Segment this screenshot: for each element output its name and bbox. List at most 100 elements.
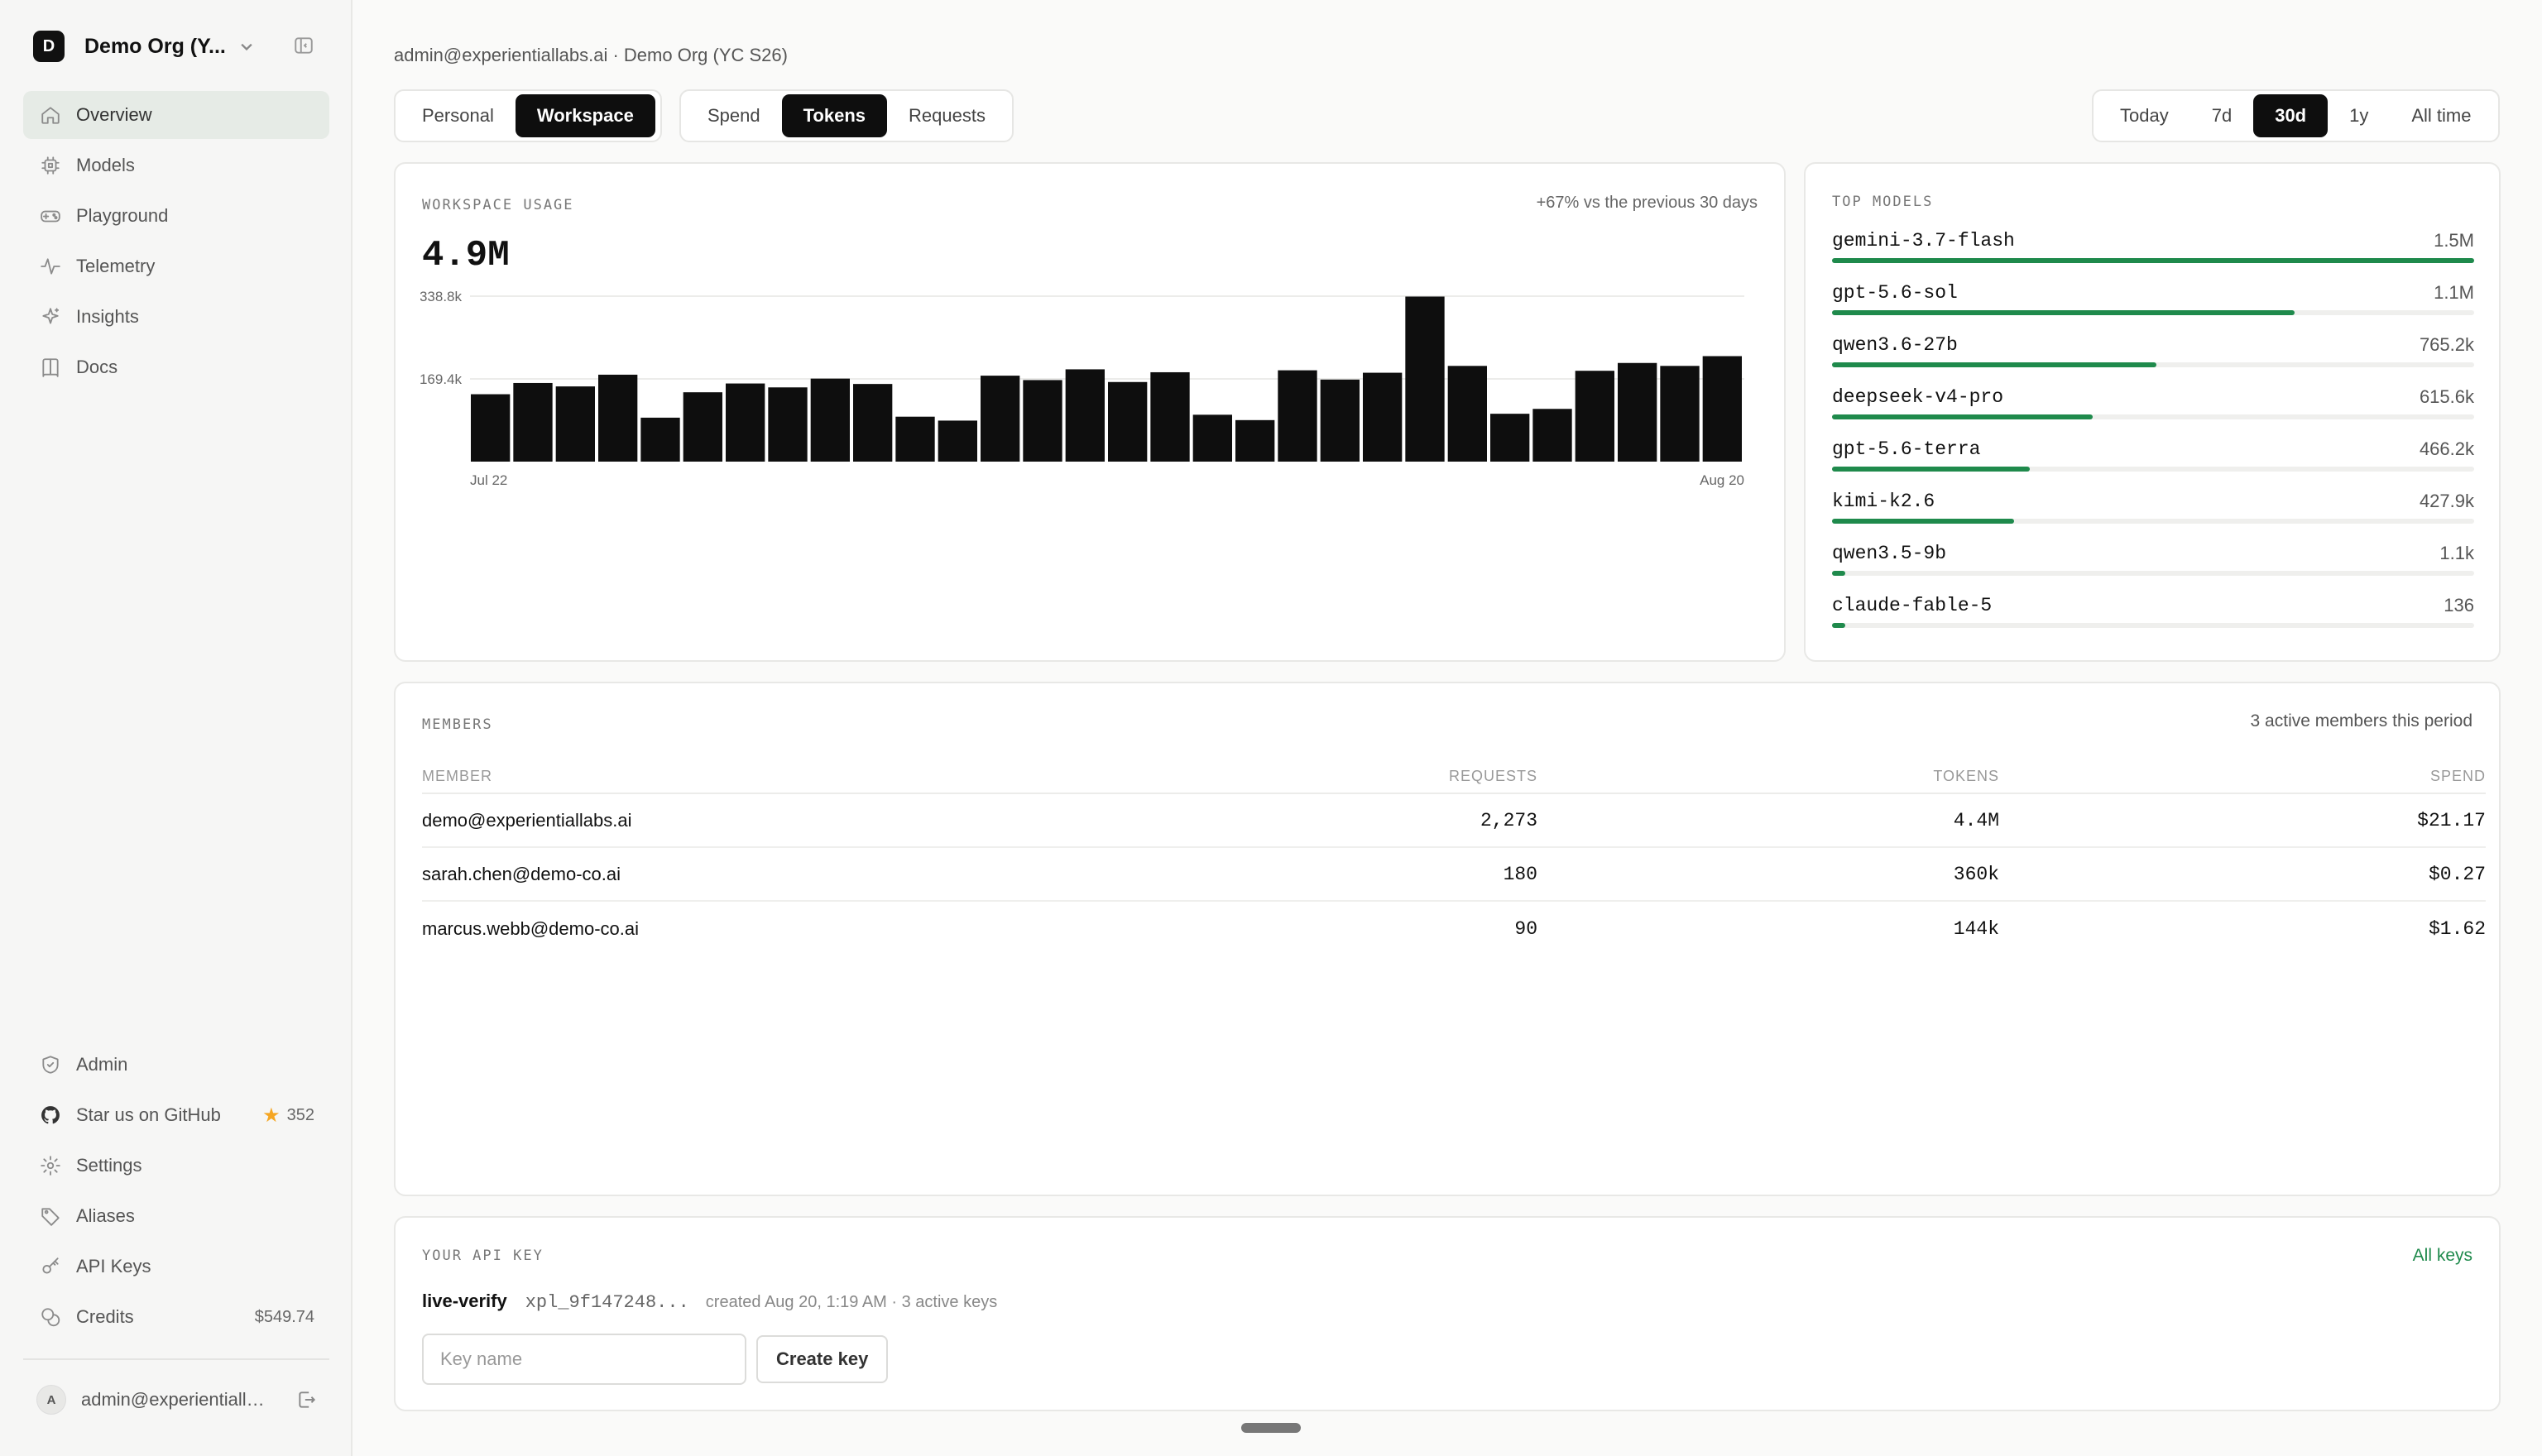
workspace-usage-card: WORKSPACE USAGE +67% vs the previous 30 …: [394, 162, 1786, 662]
top-model-row[interactable]: gemini-3.7-flash 1.5M: [1832, 230, 2474, 281]
sidebar-item-admin[interactable]: Admin: [23, 1041, 329, 1089]
sidebar-item-settings[interactable]: Settings: [23, 1142, 329, 1190]
model-name: gemini-3.7-flash: [1832, 230, 2015, 251]
member-email: sarah.chen@demo-co.ai: [422, 863, 621, 884]
all-keys-link[interactable]: All keys: [2413, 1246, 2472, 1266]
usage-bar[interactable]: [768, 387, 808, 462]
pulse-icon: [40, 256, 61, 277]
range-all-time[interactable]: All time: [2390, 94, 2492, 137]
range-today[interactable]: Today: [2098, 94, 2190, 137]
usage-bar[interactable]: [683, 392, 722, 462]
org-logo: D: [33, 31, 65, 62]
top-model-row[interactable]: qwen3.5-9b 1.1k: [1832, 543, 2474, 594]
tab-spend[interactable]: Spend: [686, 94, 782, 137]
top-model-row[interactable]: kimi-k2.6 427.9k: [1832, 491, 2474, 542]
sparkles-icon: [40, 306, 61, 328]
create-key-button[interactable]: Create key: [756, 1335, 889, 1383]
usage-bar[interactable]: [726, 383, 765, 462]
range-1y[interactable]: 1y: [2328, 94, 2390, 137]
model-name: gpt-5.6-terra: [1832, 438, 1981, 460]
tab-tokens[interactable]: Tokens: [781, 94, 888, 137]
usage-bar[interactable]: [1150, 371, 1190, 462]
usage-bar[interactable]: [981, 376, 1020, 462]
usage-bar[interactable]: [471, 394, 511, 462]
usage-bar[interactable]: [1532, 409, 1572, 462]
usage-bar[interactable]: [1447, 366, 1487, 462]
sidebar-item-api-keys[interactable]: API Keys: [23, 1243, 329, 1291]
top-model-row[interactable]: gpt-5.6-terra 466.2k: [1832, 438, 2474, 490]
usage-bar[interactable]: [1023, 380, 1062, 462]
org-switcher[interactable]: D Demo Org (Y...: [33, 31, 323, 62]
sidebar-item-models[interactable]: Models: [23, 141, 329, 189]
top-models-card: TOP MODELS gemini-3.7-flash 1.5M gpt-5.6-s…: [1804, 162, 2501, 662]
usage-bar[interactable]: [895, 416, 935, 462]
key-prefix[interactable]: xpl_9f147248...: [525, 1292, 689, 1313]
usage-bar[interactable]: [1618, 362, 1657, 462]
key-meta: created Aug 20, 1:19 AM · 3 active keys: [705, 1293, 998, 1311]
table-row[interactable]: demo@experientiallabs.ai 2,273 4.4M $21.17: [422, 794, 2486, 848]
usage-bar[interactable]: [853, 384, 893, 462]
sidebar-item-docs[interactable]: Docs: [23, 343, 329, 391]
usage-bar[interactable]: [513, 382, 553, 462]
sidebar-item-label: Docs: [76, 357, 118, 377]
usage-bar[interactable]: [555, 386, 595, 462]
range-7d[interactable]: 7d: [2190, 94, 2253, 137]
sidebar-item-telemetry[interactable]: Telemetry: [23, 242, 329, 290]
usage-bar[interactable]: [598, 374, 638, 462]
y-tick-label: 169.4k: [420, 371, 462, 387]
tab-personal[interactable]: Personal: [400, 94, 516, 137]
column-header[interactable]: SPEND: [1999, 768, 2486, 785]
model-name: deepseek-v4-pro: [1832, 386, 2004, 408]
sidebar-item-credits[interactable]: Credits $549.74: [23, 1293, 329, 1341]
model-usage-bar: [1832, 310, 2295, 315]
sidebar-collapse-icon[interactable]: [293, 35, 314, 56]
sidebar-item-star-us-on-github[interactable]: Star us on GitHub ★ 352: [23, 1091, 329, 1139]
model-usage-value: 1.5M: [2434, 230, 2474, 251]
usage-bar[interactable]: [1065, 369, 1105, 462]
sidebar-item-label: API Keys: [76, 1256, 151, 1276]
sidebar-item-label: Telemetry: [76, 256, 156, 276]
usage-bar[interactable]: [938, 420, 977, 462]
model-usage-track: [1832, 519, 2474, 524]
usage-bar[interactable]: [1320, 379, 1360, 462]
usage-bar[interactable]: [640, 417, 680, 462]
column-header[interactable]: REQUESTS: [1084, 768, 1537, 785]
sidebar-item-insights[interactable]: Insights: [23, 293, 329, 341]
sidebar-item-aliases[interactable]: Aliases: [23, 1192, 329, 1240]
usage-bar[interactable]: [1235, 419, 1275, 462]
sidebar-item-overview[interactable]: Overview: [23, 91, 329, 139]
model-usage-bar: [1832, 571, 1845, 576]
usage-bar[interactable]: [1108, 381, 1148, 462]
usage-bar[interactable]: [1490, 414, 1530, 462]
tab-requests[interactable]: Requests: [887, 94, 1007, 137]
table-row[interactable]: marcus.webb@demo-co.ai 90 144k $1.62: [422, 902, 2486, 956]
logout-icon[interactable]: [296, 1389, 318, 1410]
user-menu[interactable]: A admin@experientiallabs.ai: [36, 1383, 318, 1416]
usage-bar[interactable]: [1405, 296, 1445, 462]
sidebar-item-playground[interactable]: Playground: [23, 192, 329, 240]
resize-handle[interactable]: [1241, 1423, 1301, 1433]
top-model-row[interactable]: gpt-5.6-sol 1.1M: [1832, 282, 2474, 333]
usage-bar[interactable]: [1575, 371, 1614, 462]
key-name-input[interactable]: [422, 1334, 746, 1385]
model-usage-track: [1832, 414, 2474, 419]
top-model-row[interactable]: deepseek-v4-pro 615.6k: [1832, 386, 2474, 438]
range-30d[interactable]: 30d: [2253, 94, 2329, 137]
usage-bar[interactable]: [810, 378, 850, 462]
top-model-row[interactable]: claude-fable-5 136: [1832, 595, 2474, 646]
usage-bar[interactable]: [1660, 366, 1700, 462]
column-header[interactable]: TOKENS: [1537, 768, 1999, 785]
model-usage-track: [1832, 623, 2474, 628]
table-row[interactable]: sarah.chen@demo-co.ai 180 360k $0.27: [422, 848, 2486, 902]
usage-bar[interactable]: [1363, 372, 1403, 462]
column-header[interactable]: MEMBER: [422, 768, 1084, 785]
tab-workspace[interactable]: Workspace: [515, 94, 655, 137]
api-key-card: YOUR API KEY All keys live-verify xpl_9f…: [394, 1216, 2501, 1411]
requests-cell: 2,273: [1480, 809, 1537, 831]
top-model-row[interactable]: qwen3.6-27b 765.2k: [1832, 334, 2474, 386]
model-name: qwen3.6-27b: [1832, 334, 1958, 356]
time-range-toggle: Today 7d 30d 1y All time: [2092, 89, 2500, 142]
usage-bar[interactable]: [1702, 356, 1742, 462]
usage-bar[interactable]: [1192, 414, 1232, 462]
usage-bar[interactable]: [1278, 370, 1317, 462]
